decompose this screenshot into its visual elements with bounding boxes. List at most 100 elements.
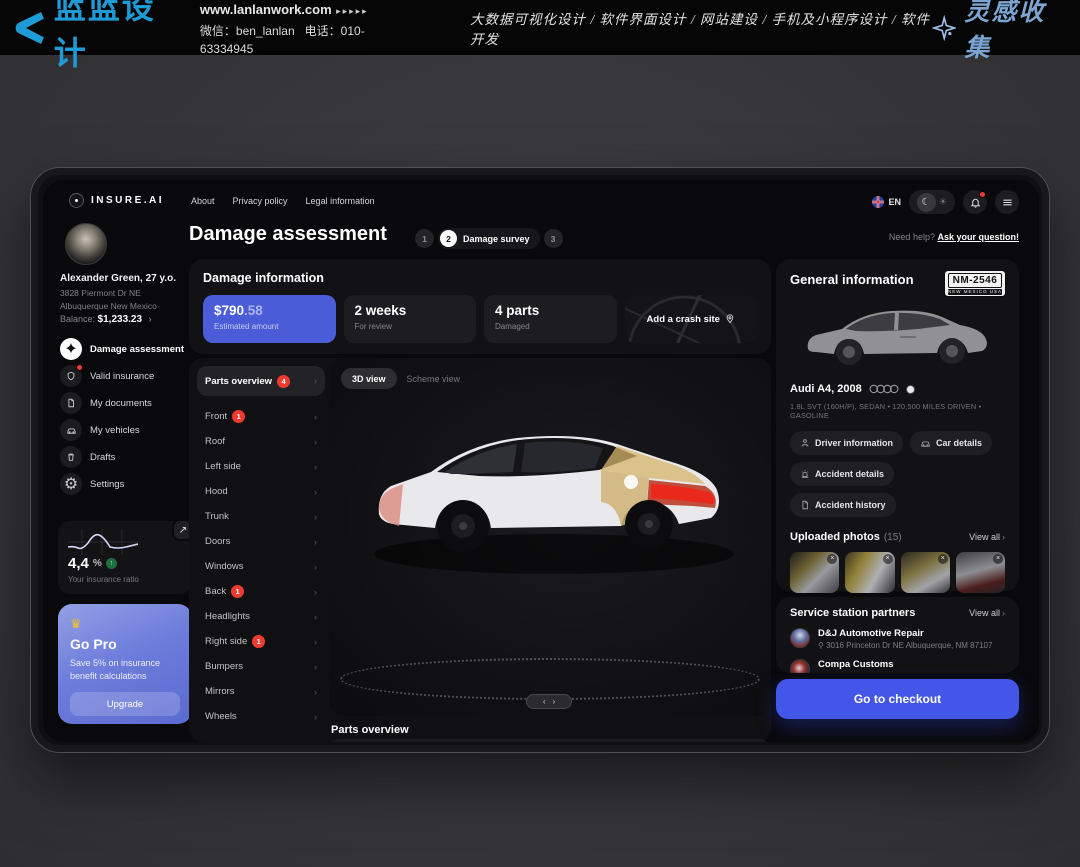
person-icon <box>800 438 810 448</box>
general-information-panel: General information NM-2546 NEW MEXICO U… <box>776 259 1019 591</box>
parts-menu-item-back[interactable]: Back 1 › <box>197 579 325 604</box>
parts-menu-item-doors[interactable]: Doors› <box>197 529 325 554</box>
parts-menu-item-left-side[interactable]: Left side› <box>197 454 325 479</box>
moon-icon: ☾ <box>917 193 936 212</box>
accident-history-button[interactable]: Accident history <box>790 493 896 517</box>
header-controls: EN ☾ ☀ <box>872 190 1019 214</box>
step-3[interactable]: 3 <box>544 229 563 248</box>
language-selector[interactable]: EN <box>872 196 901 208</box>
user-address: 3828 Piermont Dr NE Albuquerque New Mexi… <box>60 287 157 313</box>
car-icon <box>920 438 931 449</box>
parts-menu-item-wheels[interactable]: Wheels› <box>197 704 325 729</box>
app-logo-icon <box>69 193 84 208</box>
parts-menu-item-overview[interactable]: Parts overview 4 › <box>197 366 325 396</box>
remove-photo-icon[interactable]: × <box>938 554 948 564</box>
remove-photo-icon[interactable]: × <box>883 554 893 564</box>
need-help: Need help? Ask your question! <box>889 232 1019 242</box>
step-1[interactable]: 1 <box>415 229 434 248</box>
chevron-right-icon: › <box>314 376 317 386</box>
menu-button[interactable] <box>995 190 1019 214</box>
assessment-workbench: Parts overview 4 › Front 1 › Roof› Left … <box>189 358 771 742</box>
parts-menu-item-right-side[interactable]: Right side 1 › <box>197 629 325 654</box>
partners-header: Service station partners View all› <box>790 607 1005 619</box>
go-to-checkout-button[interactable]: Go to checkout <box>776 679 1019 719</box>
car-3d-viewer[interactable]: 3D view Scheme view ‹› <box>329 358 771 716</box>
promo-banner: 蓝蓝设计 www.lanlanwork.com ▸▸▸▸▸ 微信：ben_lan… <box>0 0 1080 55</box>
partner-dj-automotive[interactable]: D&J Automotive Repair ⚲ 3016 Princeton D… <box>790 628 1005 650</box>
nav-privacy-policy[interactable]: Privacy policy <box>233 196 288 206</box>
notifications-button[interactable] <box>963 190 987 214</box>
banner-services: 大数据可视化设计 / 软件界面设计 / 网站建设 / 手机及小程序设计 / 软件… <box>470 8 932 48</box>
view-scheme-button[interactable]: Scheme view <box>407 374 461 384</box>
driver-information-button[interactable]: Driver information <box>790 431 903 455</box>
crown-icon: ♛ <box>70 616 180 632</box>
view-all-partners-link[interactable]: View all› <box>969 608 1005 618</box>
car-icon <box>60 419 82 441</box>
rotation-handle[interactable]: ‹› <box>526 694 572 709</box>
view-all-photos-link[interactable]: View all› <box>969 532 1005 542</box>
photo-thumb[interactable]: × <box>790 552 839 593</box>
user-balance[interactable]: Balance: $1,233.23 › <box>60 314 152 325</box>
parts-menu-item-trunk[interactable]: Trunk› <box>197 504 325 529</box>
parts-menu-item-roof[interactable]: Roof› <box>197 429 325 454</box>
photo-thumb[interactable]: × <box>845 552 894 593</box>
sidebar-item-drafts[interactable]: Drafts <box>60 446 192 468</box>
remove-photo-icon[interactable]: × <box>827 554 837 564</box>
sidebar-item-settings[interactable]: ⚙ Settings <box>60 473 192 495</box>
sidebar-menu: ✦ Damage assessment Valid insurance My d… <box>60 338 192 495</box>
parts-menu-item-mirrors[interactable]: Mirrors› <box>197 679 325 704</box>
parts-menu-item-headlights[interactable]: Headlights› <box>197 604 325 629</box>
car-3d-render[interactable] <box>349 386 749 586</box>
nav-legal-information[interactable]: Legal information <box>306 196 375 206</box>
photo-thumb[interactable]: × <box>956 552 1005 593</box>
chevron-right-icon: › <box>314 612 317 622</box>
parts-menu-item-hood[interactable]: Hood› <box>197 479 325 504</box>
top-nav: About Privacy policy Legal information <box>191 196 375 206</box>
banner-url[interactable]: www.lanlanwork.com <box>200 2 332 17</box>
estimated-amount-card[interactable]: $790.58 Estimated amount <box>203 295 336 343</box>
device-frame: INSURE.AI About Privacy policy Legal inf… <box>30 167 1050 753</box>
app-logo[interactable]: INSURE.AI <box>69 193 164 208</box>
photo-thumb[interactable]: × <box>901 552 950 593</box>
partner-compa-customs[interactable]: Compa Customs <box>790 659 1005 673</box>
nav-about[interactable]: About <box>191 196 215 206</box>
parts-menu: Parts overview 4 › Front 1 › Roof› Left … <box>197 366 325 729</box>
insurance-badge <box>76 364 83 371</box>
add-crash-site-button[interactable]: Add a crash site <box>625 295 758 343</box>
sidebar-item-valid-insurance[interactable]: Valid insurance <box>60 365 192 387</box>
chevron-right-icon: › <box>314 437 317 447</box>
step-2-active[interactable]: 2 Damage survey <box>438 228 540 249</box>
balance-value: $1,233.23 <box>98 314 143 325</box>
user-avatar[interactable] <box>65 223 107 265</box>
parts-menu-item-front[interactable]: Front 1 › <box>197 404 325 429</box>
document-icon <box>60 392 82 414</box>
ask-question-link[interactable]: Ask your question! <box>937 232 1019 242</box>
chevron-right-icon: › <box>314 462 317 472</box>
sidebar-item-my-vehicles[interactable]: My vehicles <box>60 419 192 441</box>
app-brand-name: INSURE.AI <box>91 195 164 206</box>
app-screen: INSURE.AI About Privacy policy Legal inf… <box>43 180 1039 742</box>
map-pin-icon <box>725 314 735 324</box>
file-icon <box>800 500 810 510</box>
upgrade-button[interactable]: Upgrade <box>70 692 180 716</box>
accident-details-button[interactable]: Accident details <box>790 462 894 486</box>
theme-toggle[interactable]: ☾ ☀ <box>909 190 955 214</box>
bell-icon <box>970 197 981 208</box>
sidebar-item-damage-assessment[interactable]: ✦ Damage assessment <box>60 338 192 360</box>
insurance-ratio-card: ↗ 4,4% ↑ Your insurance ratio <box>58 521 192 594</box>
sidebar-item-my-documents[interactable]: My documents <box>60 392 192 414</box>
go-pro-description: Save 5% on insurance benefit calculation… <box>70 657 180 683</box>
car-details-button[interactable]: Car details <box>910 431 992 455</box>
partner-address: ⚲ 3016 Princeton Dr NE Albuquerque, NM 8… <box>818 641 992 650</box>
damaged-parts-card[interactable]: 4 parts Damaged <box>484 295 617 343</box>
parts-menu-item-windows[interactable]: Windows› <box>197 554 325 579</box>
remove-photo-icon[interactable]: × <box>993 554 1003 564</box>
chevron-right-icon: › <box>314 712 317 722</box>
review-time-card[interactable]: 2 weeks For review <box>344 295 477 343</box>
step-2-label: Damage survey <box>463 234 530 244</box>
banner-wechat: 微信：ben_lanlan <box>200 24 295 38</box>
shield-icon <box>60 365 82 387</box>
parts-menu-item-bumpers[interactable]: Bumpers› <box>197 654 325 679</box>
part-row-front[interactable]: 4 Front 1 damage (scratches, dents) $280… <box>327 739 771 742</box>
damage-information-title: Damage information <box>203 271 757 285</box>
